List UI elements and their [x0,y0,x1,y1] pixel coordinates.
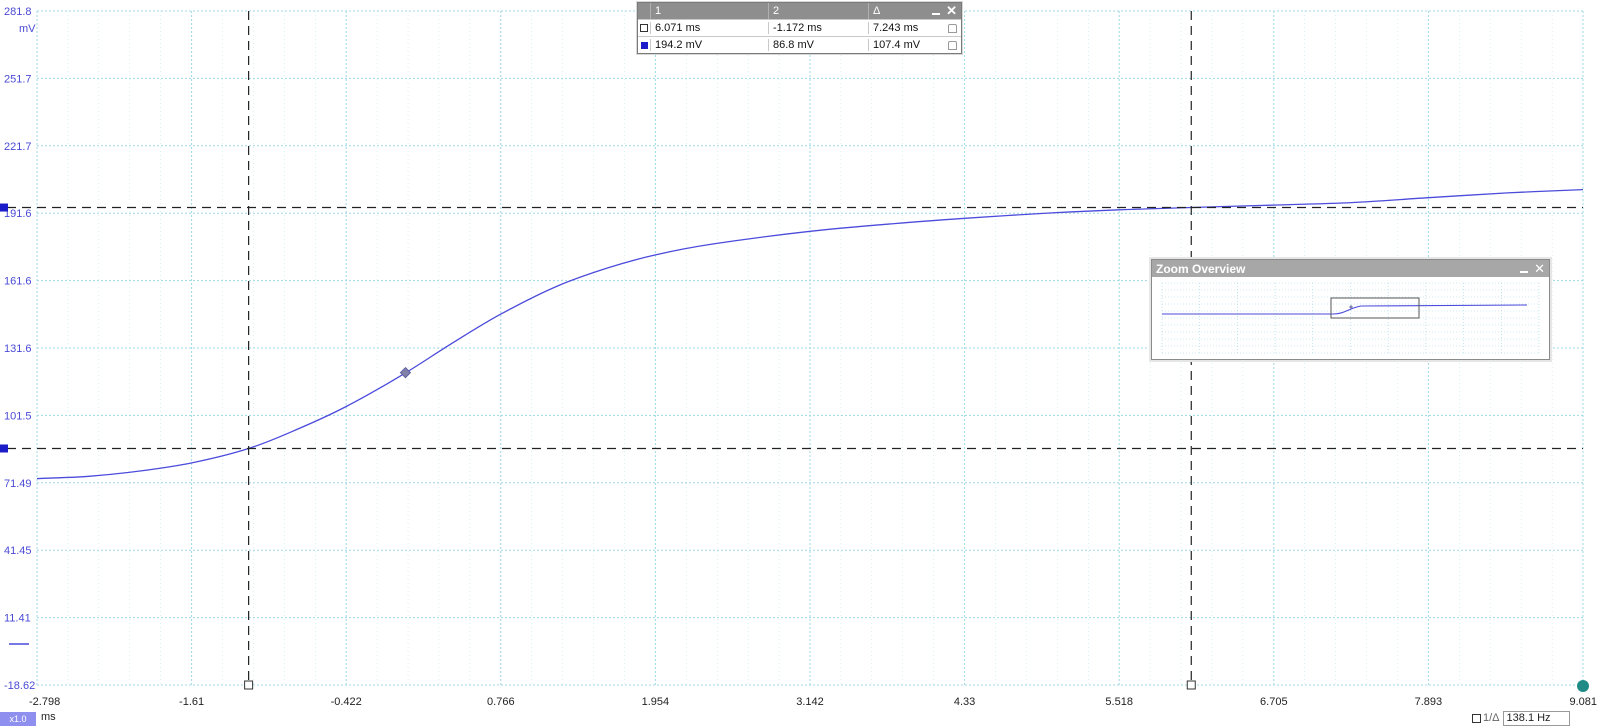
x-axis-unit: ms [41,711,56,723]
x-tick-label: 1.954 [642,696,670,708]
cursor-row-voltage: 194.2 mV 86.8 mV 107.4 mV [638,36,961,53]
scope-chart[interactable]: 281.8 251.7 221.7 191.6 161.6 131.6 101.5 71.49… [0,0,1600,727]
x-tick-label: 7.893 [1415,696,1443,708]
time-cursor-1-value: 6.071 ms [650,22,768,34]
voltage-cursor-1-value: 194.2 mV [650,39,768,51]
x-axis-labels: -2.798 -1.61 -0.422 0.766 1.954 3.142 4.33 5.51… [29,696,1597,708]
x-tick-label: 4.33 [954,696,975,708]
scale-badge[interactable]: x1.0 [0,712,36,726]
frequency-cursor-icon [1472,713,1481,723]
zoom-overview-plot[interactable] [1152,277,1549,359]
y-tick-label: 281.8 [4,6,32,18]
y-tick-label: 161.6 [4,276,32,288]
col-cursor-1: 1 [650,3,768,19]
y-tick-label: 221.7 [4,141,32,153]
y-tick-label: 11.41 [4,613,31,625]
x-tick-label: -0.422 [331,696,362,708]
cursor-table-header: 1 2 Δ ✕ [638,3,961,19]
frequency-readout: 1/Δ 138.1 Hz [1472,710,1570,726]
time-cursor-2-value: -1.172 ms [768,22,868,34]
cursor-measurement-table[interactable]: 1 2 Δ ✕ 6.071 ms -1.172 ms 7.243 ms 194.… [637,2,962,54]
cursor-row-time: 6.071 ms -1.172 ms 7.243 ms [638,19,961,36]
y-tick-label: 101.5 [4,410,32,422]
voltage-delta-value: 107.4 mV [873,39,921,51]
x-tick-label: 3.142 [796,696,824,708]
markers [9,366,1589,692]
voltage-cursor-handle[interactable] [0,444,8,453]
y-tick-label: 131.6 [4,343,32,355]
time-cursor-handle[interactable] [244,680,254,690]
y-axis-unit: mV [19,23,36,35]
x-tick-label: -1.61 [179,696,204,708]
x-tick-label: 0.766 [487,696,515,708]
axis-end-marker [1577,680,1589,692]
y-axis-labels: 281.8 251.7 221.7 191.6 161.6 131.6 101.5 71.49… [4,6,35,692]
zoom-window-rect[interactable] [1330,297,1420,319]
close-icon[interactable]: ✕ [1534,261,1545,276]
zoom-overview-header: Zoom Overview ✕ [1152,260,1549,277]
x-tick-label: -2.798 [29,696,60,708]
trigger-marker [399,366,412,379]
voltage-cursor-handle[interactable] [0,203,8,212]
x-tick-label: 5.518 [1105,696,1133,708]
y-tick-label: 71.49 [4,478,32,490]
frequency-value: 138.1 Hz [1502,710,1570,726]
minimize-icon[interactable] [1520,270,1529,273]
frequency-label: 1/Δ [1483,712,1500,724]
y-tick-label: 251.7 [4,73,32,85]
y-tick-label: 41.45 [4,545,32,557]
time-cursor-handle[interactable] [1186,680,1196,690]
col-delta: Δ [873,5,881,17]
x-tick-label: 9.081 [1569,696,1597,708]
lock-icon[interactable] [948,41,957,50]
col-cursor-2: 2 [768,3,868,19]
close-icon[interactable]: ✕ [946,4,957,18]
time-cursor-icon [640,24,648,32]
zoom-overview-title: Zoom Overview [1156,261,1246,276]
time-delta-value: 7.243 ms [873,22,919,34]
minimize-icon[interactable] [932,13,941,15]
voltage-cursor-2-value: 86.8 mV [768,39,868,51]
lock-icon[interactable] [948,24,957,33]
x-tick-label: 6.705 [1260,696,1288,708]
y-tick-label: 191.6 [4,208,32,220]
y-tick-label: -18.62 [4,680,35,692]
voltage-cursor-icon [640,41,648,49]
zoom-overview-trace [1162,304,1528,315]
zoom-overview-panel[interactable]: Zoom Overview ✕ [1151,259,1550,360]
